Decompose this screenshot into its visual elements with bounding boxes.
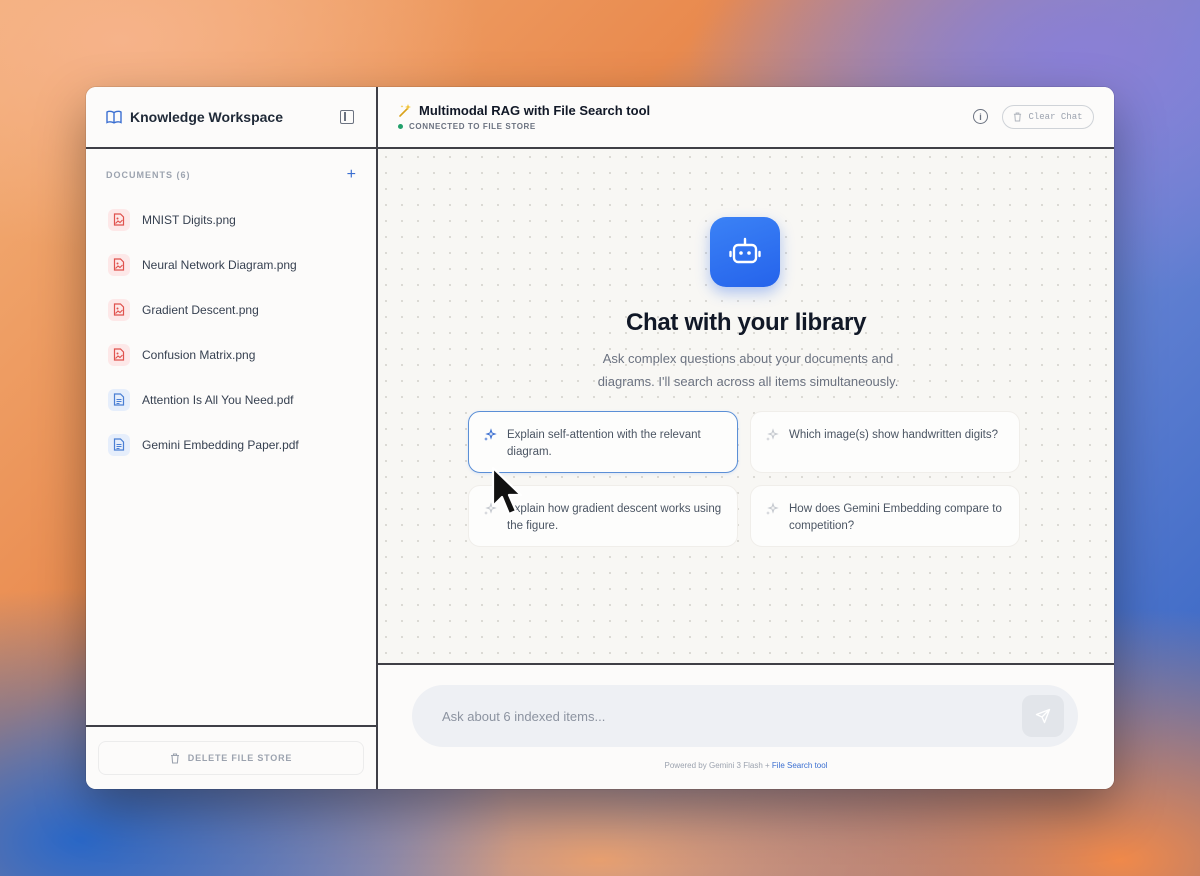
message-composer <box>412 685 1078 747</box>
clear-chat-label: Clear Chat <box>1028 112 1083 122</box>
document-name: Gemini Embedding Paper.pdf <box>142 437 299 452</box>
welcome-title: Chat with your library <box>625 309 867 336</box>
sidebar-footer: DELETE FILE STORE <box>86 725 376 789</box>
pdf-file-icon <box>108 388 130 411</box>
book-icon <box>106 110 122 124</box>
suggestion-card[interactable]: Explain self-attention with the relevant… <box>468 411 738 473</box>
add-document-button[interactable]: + <box>347 167 356 183</box>
collapse-sidebar-icon[interactable] <box>340 110 354 124</box>
suggestion-text: Explain self-attention with the relevant… <box>507 429 701 458</box>
powered-by-footer: Powered by Gemini 3 Flash + File Search … <box>378 761 1114 770</box>
connection-status-dot <box>398 124 403 129</box>
image-file-icon <box>108 298 130 321</box>
image-file-icon <box>108 208 130 231</box>
document-item[interactable]: Neural Network Diagram.png <box>86 242 376 287</box>
document-item[interactable]: Gradient Descent.png <box>86 287 376 332</box>
sidebar: Knowledge Workspace DOCUMENTS (6) + MNIS… <box>86 87 378 789</box>
delete-file-store-label: DELETE FILE STORE <box>187 753 293 763</box>
chat-panel: Multimodal RAG with File Search tool CON… <box>378 87 1114 789</box>
sidebar-header: Knowledge Workspace <box>86 87 376 149</box>
suggestion-card[interactable]: How does Gemini Embedding compare to com… <box>750 485 1020 547</box>
connection-status: CONNECTED TO FILE STORE <box>409 122 536 131</box>
powered-by-text: Powered by Gemini 3 Flash + <box>664 761 772 770</box>
pdf-file-icon <box>108 433 130 456</box>
document-list: MNIST Digits.png Neural Network Diagram.… <box>86 197 376 467</box>
robot-icon <box>729 237 761 264</box>
document-name: Attention Is All You Need.pdf <box>142 392 294 407</box>
suggestion-text: Which image(s) show handwritten digits? <box>789 429 999 441</box>
suggestion-card[interactable]: Which image(s) show handwritten digits? <box>750 411 1020 473</box>
suggestion-text: Explain how gradient descent works using… <box>507 503 722 532</box>
send-icon <box>1035 708 1051 724</box>
trash-icon <box>1014 112 1022 122</box>
document-name: Neural Network Diagram.png <box>142 257 297 272</box>
trash-icon <box>170 752 179 764</box>
message-input[interactable] <box>440 707 1022 725</box>
chat-messages-area: Chat with your library Ask complex quest… <box>378 149 1114 665</box>
documents-count-label: DOCUMENTS (6) <box>106 170 191 180</box>
chat-header: Multimodal RAG with File Search tool CON… <box>378 87 1114 149</box>
sparkle-wand-icon <box>399 104 411 117</box>
sparkles-icon <box>766 502 779 515</box>
sparkles-icon <box>484 502 497 515</box>
image-file-icon <box>108 253 130 276</box>
composer-area: Powered by Gemini 3 Flash + File Search … <box>378 665 1114 789</box>
file-search-tool-link[interactable]: File Search tool <box>772 761 828 770</box>
document-name: Gradient Descent.png <box>142 302 259 317</box>
documents-header: DOCUMENTS (6) + <box>86 149 376 183</box>
suggestion-text: How does Gemini Embedding compare to com… <box>789 503 1002 532</box>
bot-avatar <box>710 217 780 287</box>
document-item[interactable]: Gemini Embedding Paper.pdf <box>86 422 376 467</box>
sparkles-icon <box>766 428 779 441</box>
info-icon[interactable]: i <box>973 109 988 124</box>
chat-title: Multimodal RAG with File Search tool <box>419 103 651 118</box>
send-button[interactable] <box>1022 695 1064 737</box>
welcome-subtitle: Ask complex questions about your documen… <box>597 351 899 389</box>
clear-chat-button[interactable]: Clear Chat <box>1002 105 1094 129</box>
sparkles-icon <box>484 428 497 441</box>
workspace-title: Knowledge Workspace <box>130 109 284 125</box>
delete-file-store-button[interactable]: DELETE FILE STORE <box>98 741 364 775</box>
app-window: Knowledge Workspace DOCUMENTS (6) + MNIS… <box>86 87 1114 789</box>
document-item[interactable]: Confusion Matrix.png <box>86 332 376 377</box>
document-item[interactable]: MNIST Digits.png <box>86 197 376 242</box>
document-name: MNIST Digits.png <box>142 212 236 227</box>
document-name: Confusion Matrix.png <box>142 347 256 362</box>
document-item[interactable]: Attention Is All You Need.pdf <box>86 377 376 422</box>
suggestion-card[interactable]: Explain how gradient descent works using… <box>468 485 738 547</box>
image-file-icon <box>108 343 130 366</box>
